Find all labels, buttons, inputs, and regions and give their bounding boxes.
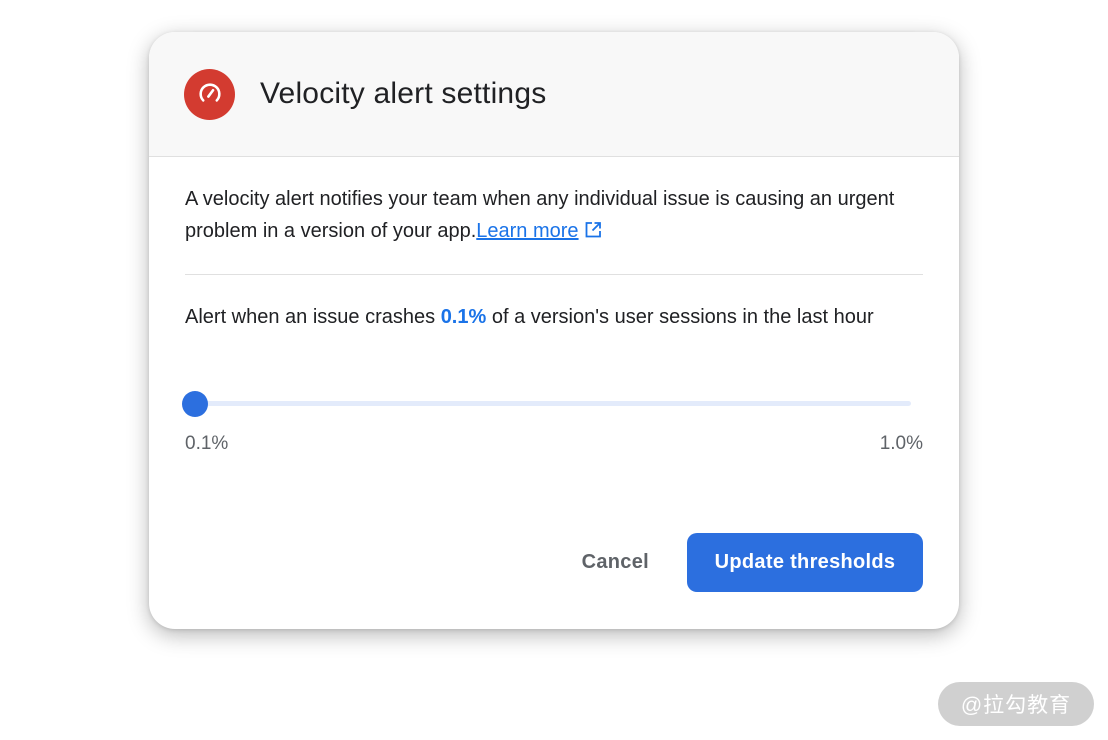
slider-track[interactable] xyxy=(193,401,911,406)
dialog-title: Velocity alert settings xyxy=(260,77,547,110)
update-thresholds-button[interactable]: Update thresholds xyxy=(687,533,923,592)
threshold-value: 0.1% xyxy=(440,306,487,328)
learn-more-link[interactable]: Learn more xyxy=(476,220,602,242)
watermark: @拉勾教育 xyxy=(938,682,1094,726)
learn-more-label: Learn more xyxy=(476,220,579,242)
alert-suffix: of a version's user sessions in the last… xyxy=(486,306,874,328)
section-divider xyxy=(185,274,923,275)
slider-max-label: 1.0% xyxy=(879,433,923,454)
slider-thumb[interactable] xyxy=(182,391,208,417)
velocity-alert-dialog: Velocity alert settings A velocity alert… xyxy=(149,32,959,629)
dialog-body: A velocity alert notifies your team when… xyxy=(149,183,959,455)
alert-prefix: Alert when an issue crashes xyxy=(185,306,441,328)
slider-min-label: 0.1% xyxy=(185,433,229,454)
open-in-new-icon xyxy=(583,218,603,250)
dialog-actions: Cancel Update thresholds xyxy=(562,533,923,592)
alert-threshold-text: Alert when an issue crashes 0.1% of a ve… xyxy=(185,301,915,333)
dialog-description: A velocity alert notifies your team when… xyxy=(185,183,915,250)
threshold-slider[interactable] xyxy=(182,388,923,418)
speedometer-icon xyxy=(184,68,235,120)
screen: Velocity alert settings A velocity alert… xyxy=(0,0,1108,740)
dialog-header: Velocity alert settings xyxy=(149,32,959,157)
slider-range-labels: 0.1% 1.0% xyxy=(185,433,923,455)
cancel-button[interactable]: Cancel xyxy=(562,535,669,590)
